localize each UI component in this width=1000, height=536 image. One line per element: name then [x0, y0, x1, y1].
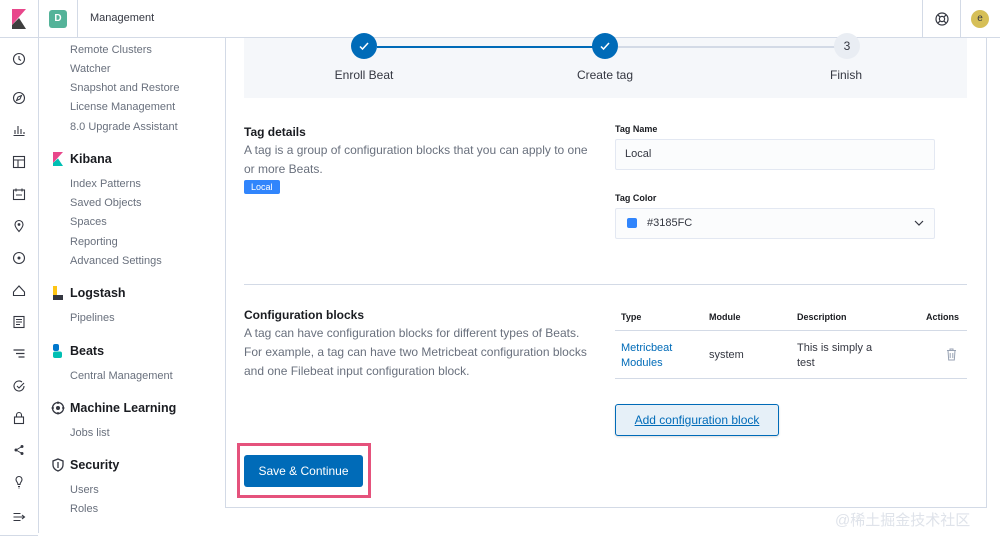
- sidebar-item-snapshot-restore[interactable]: Snapshot and Restore: [70, 82, 179, 94]
- column-header-description[interactable]: Description: [797, 312, 847, 322]
- tag-details-description: A tag is a group of configuration blocks…: [244, 143, 588, 176]
- infrastructure-icon[interactable]: [12, 283, 26, 297]
- dashboard-icon[interactable]: [12, 155, 26, 169]
- sidebar-item-saved-objects[interactable]: Saved Objects: [70, 197, 142, 209]
- monitoring-icon[interactable]: [12, 475, 26, 489]
- color-swatch: [627, 218, 637, 228]
- sidebar-item-central-management[interactable]: Central Management: [70, 370, 173, 382]
- table-row-divider: [615, 378, 967, 379]
- tag-color-picker[interactable]: #3185FC: [615, 208, 935, 239]
- tag-color-label: Tag Color: [615, 193, 657, 203]
- sidebar-item-spaces[interactable]: Spaces: [70, 216, 107, 228]
- breadcrumb[interactable]: Management: [90, 12, 154, 24]
- tag-name-label: Tag Name: [615, 124, 658, 134]
- config-blocks-description: A tag can have configuration blocks for …: [244, 326, 587, 378]
- tag-name-input[interactable]: Local: [615, 139, 935, 170]
- sidebar-section-logstash: Logstash: [70, 286, 126, 300]
- sidebar-item-license-management[interactable]: License Management: [70, 101, 175, 113]
- sidebar-section-security: Security: [70, 458, 120, 472]
- header-divider: [38, 0, 39, 38]
- step-3-number: 3: [834, 33, 860, 59]
- step-2-label: Create tag: [576, 68, 634, 82]
- row-type-link[interactable]: Metricbeat Modules: [621, 341, 705, 371]
- apm-icon[interactable]: [12, 347, 26, 361]
- user-avatar[interactable]: e: [971, 10, 989, 28]
- kibana-logo-icon[interactable]: [9, 9, 29, 29]
- row-description: This is simply a test: [797, 342, 873, 369]
- sidebar-item-remote-clusters[interactable]: Remote Clusters: [70, 44, 152, 56]
- beats-icon: [53, 344, 62, 358]
- sidebar-item-pipelines[interactable]: Pipelines: [70, 312, 115, 324]
- trash-icon[interactable]: [946, 348, 957, 361]
- column-header-actions: Actions: [926, 312, 960, 322]
- collapse-menu-icon[interactable]: [12, 510, 26, 524]
- security-shield-icon: [52, 458, 64, 472]
- tag-details-title: Tag details: [244, 125, 306, 139]
- header-divider: [77, 0, 78, 38]
- column-header-module[interactable]: Module: [709, 312, 741, 322]
- chevron-down-icon[interactable]: [914, 219, 924, 227]
- tag-color-value: #3185FC: [647, 217, 693, 229]
- logstash-icon: [53, 286, 63, 300]
- step-2-complete: [592, 33, 618, 59]
- sidebar-item-users[interactable]: Users: [70, 484, 99, 496]
- table-header-divider: [615, 330, 967, 331]
- management-sidebar: Remote Clusters Watcher Snapshot and Res…: [39, 38, 225, 533]
- save-continue-button[interactable]: Save & Continue: [244, 455, 363, 487]
- step-connector: [618, 46, 835, 48]
- sidebar-item-advanced-settings[interactable]: Advanced Settings: [70, 255, 162, 267]
- clock-icon[interactable]: [12, 52, 26, 66]
- sidebar-section-ml: Machine Learning: [70, 401, 177, 415]
- sidebar-item-jobs-list[interactable]: Jobs list: [70, 427, 110, 439]
- check-icon: [359, 42, 369, 51]
- space-avatar[interactable]: D: [49, 10, 67, 28]
- step-1-label: Enroll Beat: [334, 68, 394, 82]
- step-connector: [377, 46, 593, 48]
- main-panel: [225, 38, 987, 508]
- tag-preview-badge: Local: [244, 180, 280, 194]
- siem-icon[interactable]: [12, 411, 26, 425]
- uptime-icon[interactable]: [12, 379, 26, 393]
- sidebar-section-beats: Beats: [70, 344, 105, 358]
- section-divider: [244, 284, 967, 285]
- sidebar-item-index-patterns[interactable]: Index Patterns: [70, 178, 141, 190]
- step-3-label: Finish: [829, 68, 862, 82]
- maps-icon[interactable]: [12, 219, 26, 233]
- row-module: system: [709, 349, 744, 361]
- devtools-icon[interactable]: [12, 443, 26, 457]
- column-header-type[interactable]: Type: [621, 312, 641, 322]
- visualize-icon[interactable]: [12, 123, 26, 137]
- kibana-icon: [53, 152, 63, 166]
- sidebar-section-kibana: Kibana: [70, 152, 112, 166]
- sidebar-item-roles[interactable]: Roles: [70, 503, 98, 515]
- logs-icon[interactable]: [12, 315, 26, 329]
- header-divider: [960, 0, 961, 38]
- sidebar-item-upgrade-assistant[interactable]: 8.0 Upgrade Assistant: [70, 121, 178, 133]
- help-icon[interactable]: [935, 12, 949, 26]
- canvas-icon[interactable]: [12, 187, 26, 201]
- config-blocks-title: Configuration blocks: [244, 308, 364, 322]
- app-nav: [0, 38, 39, 536]
- step-1-complete: [351, 33, 377, 59]
- top-header: D Management e: [0, 0, 1000, 38]
- ml-icon[interactable]: [12, 251, 26, 265]
- sidebar-item-watcher[interactable]: Watcher: [70, 63, 111, 75]
- sidebar-item-reporting[interactable]: Reporting: [70, 236, 118, 248]
- discover-icon[interactable]: [12, 91, 26, 105]
- header-divider: [922, 0, 923, 38]
- watermark: @稀土掘金技术社区: [835, 512, 971, 529]
- machine-learning-icon: [51, 401, 65, 415]
- add-configuration-block-button[interactable]: Add configuration block: [615, 404, 779, 436]
- check-icon: [600, 42, 610, 51]
